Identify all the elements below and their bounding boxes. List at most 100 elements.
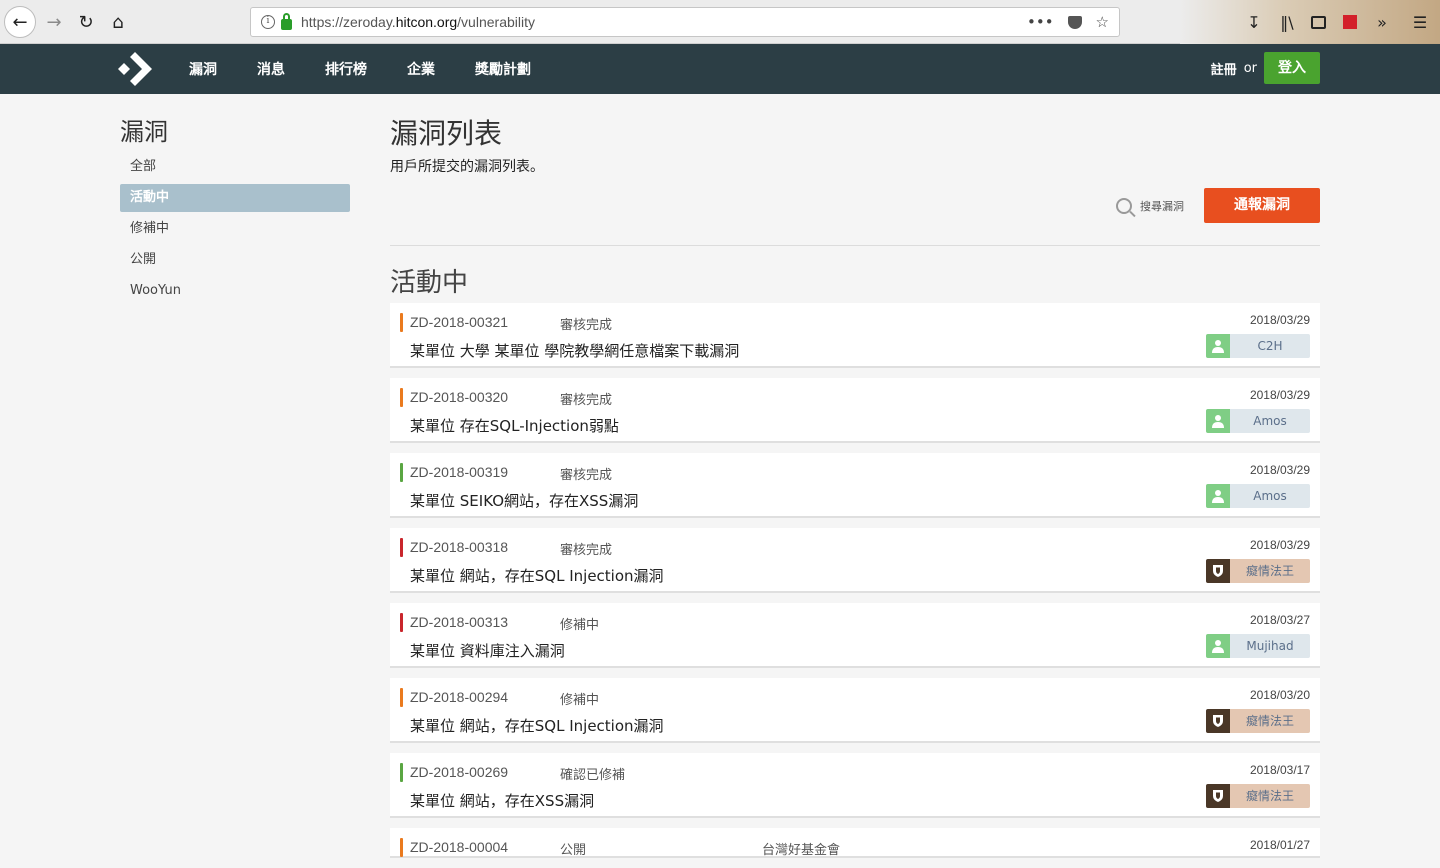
list-item[interactable]: ZD-2018-00313 修補中 某單位 資料庫注入漏洞 2018/03/27 Muj…: [390, 603, 1320, 668]
vuln-status: 修補中: [560, 693, 600, 708]
severity-indicator: [400, 763, 403, 782]
shield-icon: [1213, 790, 1223, 802]
username[interactable]: C2H: [1230, 334, 1310, 358]
list-item[interactable]: ZD-2018-00319 審核完成某單位 SEIKO網站，存在XSS漏洞 2018…: [390, 453, 1320, 518]
vuln-id[interactable]: ZD-2018-00319: [410, 464, 508, 480]
vuln-id[interactable]: ZD-2018-00294: [410, 689, 508, 705]
vuln-id[interactable]: ZD-2018-00320: [410, 389, 508, 405]
vuln-title[interactable]: 某單位 網站，存在SQL Injection漏洞: [410, 565, 664, 586]
vuln-title[interactable]: 某單位 資料庫注入漏洞: [410, 640, 565, 661]
username[interactable]: 癡情法王: [1230, 784, 1310, 808]
username[interactable]: 癡情法王: [1230, 709, 1310, 733]
sidebar-item-all[interactable]: 全部: [120, 153, 350, 181]
username[interactable]: Mujihad: [1230, 634, 1310, 658]
vuln-title[interactable]: 某單位 SEIKO網站，存在XSS漏洞: [410, 490, 638, 511]
sidebar-item-active[interactable]: 活動中: [120, 184, 350, 212]
nav-vulnerability[interactable]: 漏洞: [189, 59, 217, 79]
url-bar[interactable]: i https://zeroday.hitcon.org/vulnerabili…: [250, 7, 1120, 37]
avatar: [1206, 484, 1230, 508]
bookmark-star-icon[interactable]: ☆: [1096, 13, 1109, 31]
report-vulnerability-button[interactable]: 通報漏洞: [1204, 188, 1320, 223]
overflow-chevron-icon[interactable]: »: [1372, 10, 1392, 34]
vuln-title[interactable]: 某單位 網站，存在SQL Injection漏洞: [410, 715, 664, 736]
login-button[interactable]: 登入: [1264, 52, 1320, 84]
vuln-id[interactable]: ZD-2018-00313: [410, 614, 508, 630]
shield-icon: [1213, 565, 1223, 577]
nav-ranking[interactable]: 排行榜: [325, 59, 367, 79]
download-icon[interactable]: ↧: [1244, 10, 1264, 34]
main-nav: 漏洞 消息 排行榜 企業 獎勵計劃: [189, 44, 571, 94]
avatar: [1206, 559, 1230, 583]
vuln-id[interactable]: ZD-2018-00269: [410, 764, 508, 780]
user-badge[interactable]: 癡情法王: [1206, 784, 1310, 808]
register-link[interactable]: 註冊: [1211, 59, 1237, 78]
list-item[interactable]: ZD-2018-00294 修補中某單位 網站，存在SQL Injection漏洞…: [390, 678, 1320, 743]
vuln-date: 2018/03/17: [1249, 763, 1310, 777]
vuln-date: 2018/03/27: [1249, 613, 1310, 627]
info-icon[interactable]: i: [261, 15, 275, 29]
user-badge[interactable]: Amos: [1206, 484, 1310, 508]
nav-rewards[interactable]: 獎勵計劃: [475, 59, 531, 79]
user-badge[interactable]: C2H: [1206, 334, 1310, 358]
vuln-id[interactable]: ZD-2018-00321: [410, 314, 508, 330]
search-button[interactable]: 搜尋漏洞: [1116, 197, 1184, 214]
vuln-title[interactable]: 某單位 大學 某單位 學院教學網任意檔案下載漏洞: [410, 340, 739, 361]
nav-enterprise[interactable]: 企業: [407, 59, 435, 79]
user-icon: [1212, 415, 1224, 428]
list-item[interactable]: ZD-2018-00318 審核完成某單位 網站，存在SQL Injection漏…: [390, 528, 1320, 593]
vuln-status: 確認已修補: [560, 768, 626, 783]
url-domain: hitcon.org: [395, 14, 458, 30]
vuln-status: 審核完成: [560, 393, 613, 408]
severity-indicator: [400, 388, 403, 407]
vuln-title[interactable]: 某單位 存在SQL-Injection弱點: [410, 415, 619, 436]
nav-news[interactable]: 消息: [257, 59, 285, 79]
reload-icon: ↻: [78, 11, 94, 33]
sidebar-item-public[interactable]: 公開: [120, 246, 350, 274]
avatar: [1206, 334, 1230, 358]
url-text[interactable]: https://zeroday.hitcon.org/vulnerability: [301, 14, 535, 30]
user-badge[interactable]: Amos: [1206, 409, 1310, 433]
list-item[interactable]: ZD-2018-00269 確認已修補某單位 網站，存在XSS漏洞 2018/03/…: [390, 753, 1320, 818]
user-badge[interactable]: 癡情法王: [1206, 559, 1310, 583]
or-text: or: [1243, 60, 1257, 76]
home-button[interactable]: ⌂: [102, 6, 134, 38]
page-actions-icon[interactable]: •••: [1027, 13, 1054, 31]
pocket-icon[interactable]: [1067, 15, 1082, 29]
username[interactable]: Amos: [1230, 409, 1310, 433]
vuln-title[interactable]: 某單位 網站，存在XSS漏洞: [410, 790, 594, 811]
site-logo-icon[interactable]: [118, 52, 154, 86]
reload-button[interactable]: ↻: [70, 6, 102, 38]
search-icon: [1116, 197, 1132, 214]
browser-toolbar: ← → ↻ ⌂ i https://zeroday.hitcon.org/vul…: [0, 0, 1440, 44]
username[interactable]: Amos: [1230, 484, 1310, 508]
hamburger-menu-icon[interactable]: ☰: [1410, 10, 1430, 34]
divider: [390, 245, 1320, 246]
vuln-id[interactable]: ZD-2018-00318: [410, 539, 508, 555]
home-icon: ⌂: [112, 11, 124, 33]
avatar: [1206, 409, 1230, 433]
vuln-id[interactable]: ZD-2018-00004: [410, 839, 508, 855]
vendor-name: 台灣好基金會: [762, 843, 841, 858]
list-item[interactable]: ZD-2018-00004 公開 台灣好基金會 2018/01/27: [390, 828, 1320, 858]
avatar: [1206, 634, 1230, 658]
vuln-status: 審核完成: [560, 543, 613, 558]
extension-icon[interactable]: [1340, 10, 1360, 34]
back-button[interactable]: ←: [4, 6, 36, 38]
forward-button[interactable]: →: [38, 6, 70, 38]
user-badge[interactable]: 癡情法王: [1206, 709, 1310, 733]
sidebar-item-wooyun[interactable]: WooYun: [120, 277, 350, 305]
username[interactable]: 癡情法王: [1230, 559, 1310, 583]
user-badge[interactable]: Mujihad: [1206, 634, 1310, 658]
vuln-date: 2018/01/27: [1249, 838, 1310, 852]
sidebar-item-patching[interactable]: 修補中: [120, 215, 350, 243]
vuln-date: 2018/03/29: [1249, 463, 1310, 477]
sidebar-toggle-icon[interactable]: [1308, 10, 1328, 34]
list-item[interactable]: ZD-2018-00321 審核完成 某單位 大學 某單位 學院教學網任意檔案下載漏…: [390, 303, 1320, 368]
severity-indicator: [400, 538, 403, 557]
vuln-status: 審核完成: [560, 468, 613, 483]
library-icon[interactable]: ‖\: [1276, 10, 1298, 34]
search-label: 搜尋漏洞: [1140, 199, 1184, 213]
list-item[interactable]: ZD-2018-00320 審核完成 某單位 存在SQL-Injection弱點 20…: [390, 378, 1320, 443]
severity-indicator: [400, 838, 403, 857]
vuln-status: 公開: [560, 843, 587, 858]
